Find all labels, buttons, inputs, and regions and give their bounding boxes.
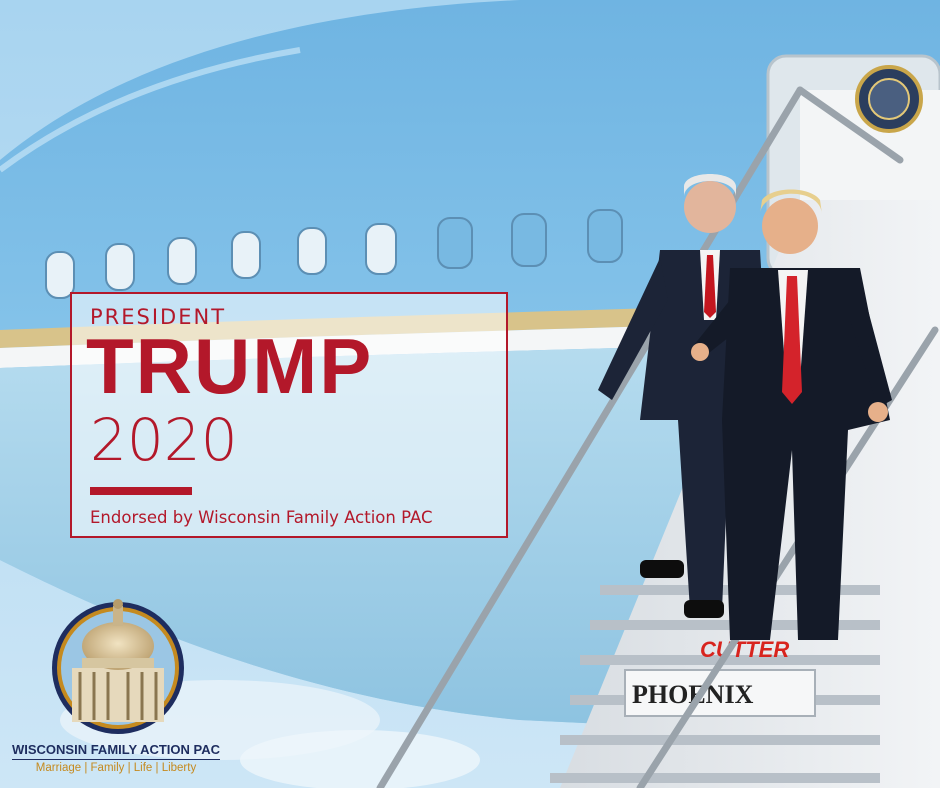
accent-bar [90,487,192,495]
year-text: 2020 [90,406,238,474]
stair-brand-label: CUTTER [700,637,789,662]
organization-divider [12,759,220,760]
organization-tagline: Marriage | Family | Life | Liberty [35,762,197,774]
organization-name: WISCONSIN FAMILY ACTION PAC [11,742,220,757]
endorsement-subline: Endorsed by Wisconsin Family Action PAC [90,508,433,527]
headline-text: TRUMP [86,322,374,410]
